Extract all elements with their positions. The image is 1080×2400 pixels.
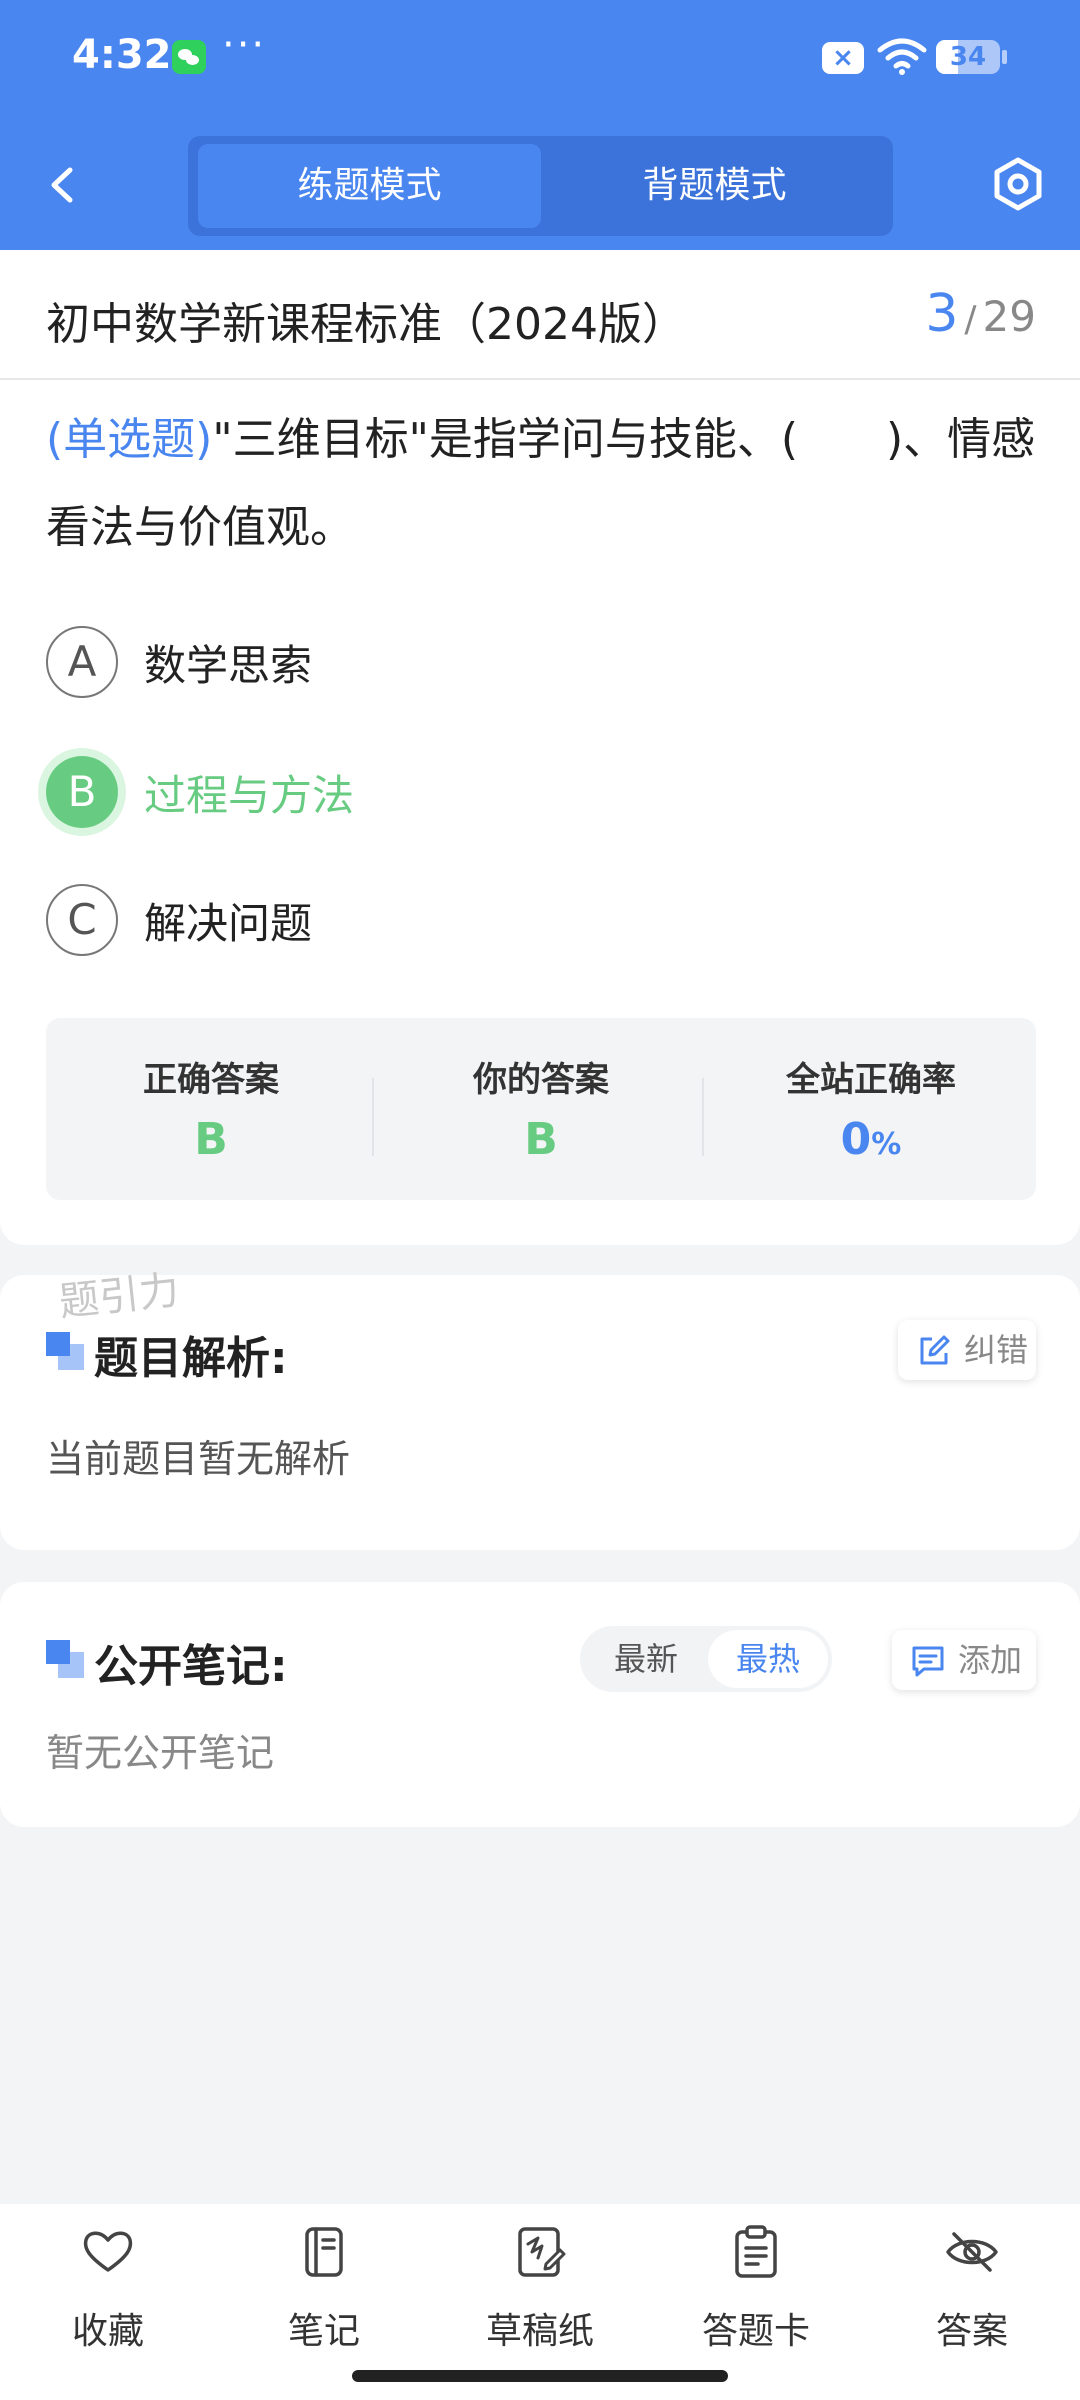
- nav-label: 草稿纸: [485, 2311, 594, 2352]
- sort-latest[interactable]: 最新: [586, 1630, 706, 1688]
- notification-x-icon: ×: [822, 42, 864, 74]
- progress-separator: /: [964, 299, 977, 340]
- site-accuracy-unit: %: [871, 1127, 902, 1162]
- option-letter: A: [46, 626, 118, 698]
- report-error-button[interactable]: 纠错: [898, 1320, 1036, 1380]
- question-progress: 3/29: [925, 284, 1036, 344]
- total-question-count: 29: [982, 292, 1036, 341]
- battery-icon: 34: [936, 40, 1000, 74]
- nav-notes[interactable]: 笔记: [244, 2224, 404, 2364]
- notes-empty-text: 暂无公开笔记: [46, 1731, 275, 1775]
- tab-memorize-mode[interactable]: 背题模式: [543, 144, 886, 228]
- stat-divider: [702, 1078, 704, 1156]
- nav-label: 收藏: [71, 2311, 144, 2352]
- nav-favorite[interactable]: 收藏: [28, 2224, 188, 2364]
- notes-sort-toggle: 最新 最热: [580, 1626, 832, 1692]
- more-notifications-icon: ···: [222, 22, 267, 68]
- site-accuracy-stat: 全站正确率 0%: [706, 1018, 1036, 1200]
- correct-answer-label: 正确答案: [143, 1060, 279, 1100]
- mode-switch: 练题模式 背题模式: [188, 136, 893, 236]
- draft-paper-icon: [518, 2227, 566, 2277]
- option-letter: C: [46, 884, 118, 956]
- stat-divider: [372, 1078, 374, 1156]
- nav-label: 笔记: [287, 2311, 360, 2352]
- analysis-title: 题目解析:: [94, 1333, 288, 1384]
- settings-hexagon-icon[interactable]: [988, 154, 1048, 214]
- report-error-label: 纠错: [964, 1331, 1029, 1369]
- home-indicator[interactable]: [352, 2370, 728, 2382]
- notebook-icon: [305, 2227, 343, 2277]
- current-question-number: 3: [925, 284, 959, 344]
- site-accuracy-number: 0: [840, 1114, 872, 1165]
- nav-answer[interactable]: 答案: [892, 2224, 1052, 2364]
- status-time: 4:32: [72, 32, 172, 78]
- nav-label: 答题卡: [701, 2311, 810, 2352]
- option-text: 数学思索: [144, 641, 313, 690]
- nav-draft-paper[interactable]: 草稿纸: [460, 2224, 620, 2364]
- battery-tip: [1002, 50, 1007, 64]
- wechat-icon: [172, 40, 206, 74]
- add-note-button[interactable]: 添加: [892, 1630, 1036, 1690]
- nav-answer-card[interactable]: 答题卡: [676, 2224, 836, 2364]
- wifi-icon: [877, 38, 927, 75]
- title-divider: [0, 378, 1080, 380]
- answer-card-icon: [735, 2225, 777, 2278]
- section-squares-icon: [46, 1332, 86, 1372]
- section-squares-icon: [46, 1640, 86, 1680]
- option-letter: B: [46, 756, 118, 828]
- battery-level: 34: [949, 42, 987, 72]
- public-notes-card: [0, 1582, 1080, 1827]
- your-answer-label: 你的答案: [473, 1060, 609, 1100]
- status-bar: 4:32 ··· × 34: [0, 0, 1080, 120]
- correct-answer-value: B: [194, 1114, 228, 1165]
- your-answer-stat: 你的答案 B: [376, 1018, 706, 1200]
- nav-label: 答案: [935, 2311, 1008, 2352]
- site-accuracy-label: 全站正确率: [786, 1060, 956, 1100]
- question-type: (单选题): [46, 414, 213, 465]
- tab-practice-mode[interactable]: 练题模式: [198, 144, 541, 228]
- add-note-label: 添加: [958, 1641, 1023, 1679]
- option-text: 过程与方法: [144, 771, 355, 820]
- notes-title: 公开笔记:: [94, 1641, 288, 1692]
- answer-result-panel: 正确答案 B 你的答案 B 全站正确率 0%: [46, 1018, 1036, 1200]
- question-stem: (单选题)"三维目标"是指学问与技能、( )、情感看法与价值观。: [46, 396, 1036, 572]
- subject-title: 初中数学新课程标准（2024版）: [46, 299, 686, 350]
- edit-icon: [920, 1335, 950, 1365]
- back-arrow-icon[interactable]: [38, 150, 88, 220]
- correct-answer-stat: 正确答案 B: [46, 1018, 376, 1200]
- eye-off-icon: [946, 2232, 998, 2272]
- sort-hottest[interactable]: 最热: [708, 1630, 828, 1688]
- option-text: 解决问题: [144, 899, 313, 948]
- analysis-content: 当前题目暂无解析: [46, 1437, 351, 1481]
- your-answer-value: B: [524, 1114, 558, 1165]
- heart-icon: [83, 2231, 133, 2272]
- site-accuracy-value: 0%: [706, 1114, 1036, 1165]
- comment-icon: [912, 1646, 944, 1677]
